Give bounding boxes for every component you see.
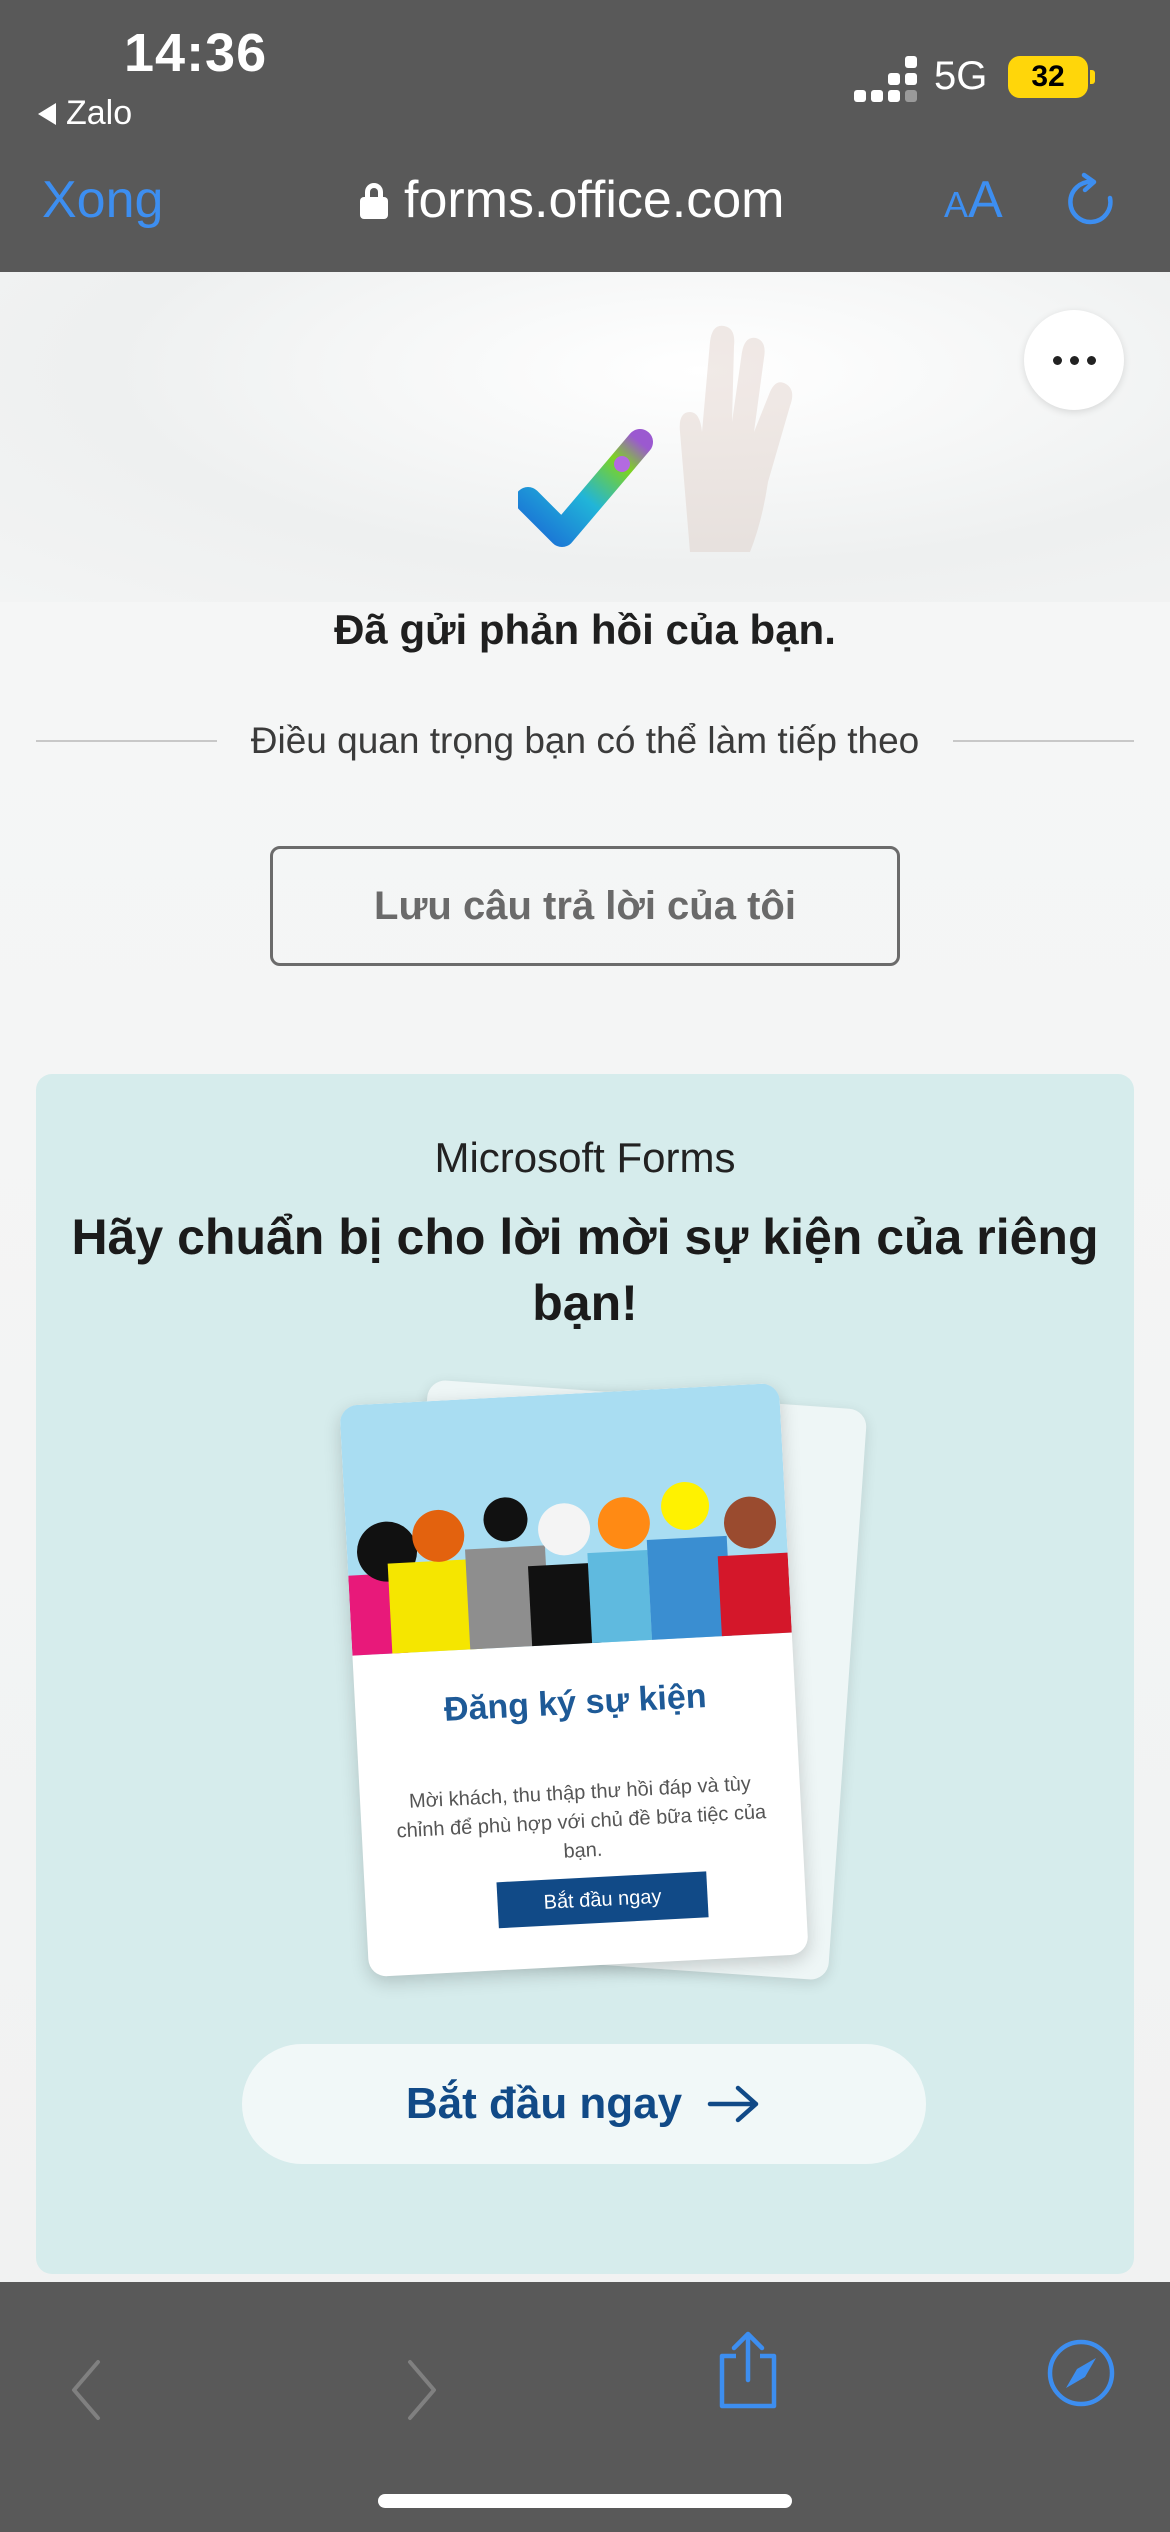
done-button[interactable]: Xong xyxy=(42,170,163,230)
back-icon[interactable] xyxy=(66,2358,106,2422)
compass-icon[interactable] xyxy=(1046,2338,1116,2408)
back-to-app-link[interactable]: Zalo xyxy=(38,94,132,133)
more-icon-dot xyxy=(1052,355,1062,365)
card-start-button[interactable]: Bắt đầu ngay xyxy=(496,1871,709,1929)
lock-icon xyxy=(360,183,388,219)
browser-top-chrome: 14:36 Zalo 5G 32 Xong forms.office.com A… xyxy=(0,0,1170,272)
arrow-right-icon xyxy=(707,2085,759,2123)
share-icon[interactable] xyxy=(716,2330,780,2410)
forward-icon[interactable] xyxy=(402,2358,442,2422)
card-title: Đăng ký sự kiện xyxy=(443,1677,708,1729)
next-steps-divider: Điều quan trọng bạn có thể làm tiếp theo xyxy=(36,720,1135,762)
template-card[interactable]: Đăng ký sự kiện Mời khách, thu thập thư … xyxy=(339,1382,809,1978)
browser-bottom-toolbar xyxy=(0,2282,1170,2532)
text-size-icon-large: A xyxy=(968,171,1003,229)
people-illustration xyxy=(339,1382,803,1666)
back-triangle-icon xyxy=(38,102,56,125)
text-size-button[interactable]: A A xyxy=(944,170,1003,230)
network-type: 5G xyxy=(934,54,988,98)
start-now-button[interactable]: Bắt đầu ngay xyxy=(242,2044,926,2164)
battery-cap xyxy=(1090,70,1095,84)
promo-title: Hãy chuẩn bị cho lời mời sự kiện của riê… xyxy=(71,1209,1099,1331)
promo-brand: Microsoft Forms xyxy=(434,1134,736,1181)
divider-line xyxy=(953,740,1135,742)
home-indicator[interactable] xyxy=(378,2494,792,2508)
page-content: Đã gửi phản hồi của bạn. Điều quan trọng… xyxy=(0,272,1170,2282)
reload-icon[interactable] xyxy=(1066,172,1118,233)
signal-icon xyxy=(854,56,917,102)
save-my-response-button[interactable]: Lưu câu trả lời của tôi xyxy=(270,846,900,966)
text-size-icon-small: A xyxy=(944,184,969,225)
hand-decoration-icon xyxy=(679,325,793,552)
url-bar[interactable]: forms.office.com xyxy=(360,170,784,230)
back-app-label: Zalo xyxy=(66,94,133,132)
submitted-title: Đã gửi phản hồi của bạn. xyxy=(334,606,836,653)
promo-card: Microsoft Forms Hãy chuẩn bị cho lời mời… xyxy=(36,1074,1134,2274)
more-icon-dot xyxy=(1086,355,1096,365)
battery-level: 32 xyxy=(1008,56,1088,98)
more-options-button[interactable] xyxy=(1024,310,1124,410)
next-steps-label: Điều quan trọng bạn có thể làm tiếp theo xyxy=(250,720,920,761)
status-time: 14:36 xyxy=(124,23,268,83)
start-now-label: Bắt đầu ngay xyxy=(405,2079,683,2128)
checkmark-icon xyxy=(518,429,653,547)
url-text: forms.office.com xyxy=(404,171,785,229)
more-icon-dot xyxy=(1069,355,1079,365)
card-description: Mời khách, thu thập thư hồi đáp và tùy c… xyxy=(396,1772,767,1863)
divider-line xyxy=(36,740,217,742)
